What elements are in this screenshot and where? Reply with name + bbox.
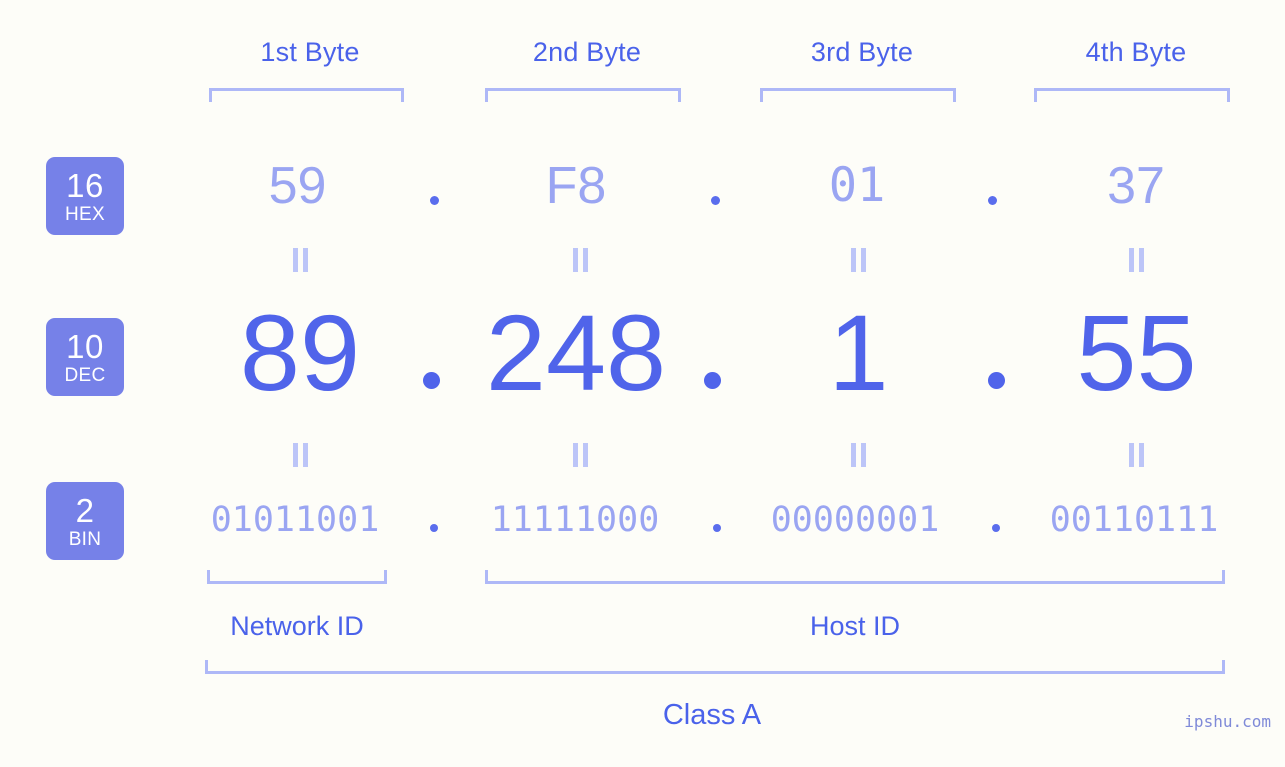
radix-badge-hex-number: 16 xyxy=(66,166,104,204)
equals-marker-hex-dec-3 xyxy=(848,248,868,272)
dec-separator-dot-3 xyxy=(988,372,1005,389)
equals-marker-dec-bin-2 xyxy=(570,443,590,467)
dec-byte-value-1: 89 xyxy=(239,292,361,413)
equals-marker-dec-bin-4 xyxy=(1126,443,1146,467)
radix-badge-dec: 10 DEC xyxy=(46,318,124,396)
dec-byte-value-4: 55 xyxy=(1076,292,1197,413)
radix-badge-bin-name: BIN xyxy=(68,528,102,550)
hex-byte-value-3: 01 xyxy=(828,158,886,213)
radix-badge-hex: 16 HEX xyxy=(46,157,124,235)
bin-separator-dot-2 xyxy=(713,524,721,532)
hex-separator-dot-2 xyxy=(711,196,720,205)
radix-badge-bin: 2 BIN xyxy=(46,482,124,560)
host-id-label: Host ID xyxy=(809,611,901,641)
network-id-label: Network ID xyxy=(230,611,364,641)
hex-separator-dot-3 xyxy=(988,196,997,205)
bin-byte-value-2: 11111000 xyxy=(490,500,660,540)
equals-marker-hex-dec-4 xyxy=(1126,248,1146,272)
class-bracket xyxy=(205,660,1225,674)
bin-byte-value-1: 01011001 xyxy=(210,500,380,540)
dec-separator-dot-1 xyxy=(423,372,440,389)
byte-bracket-3 xyxy=(760,88,956,102)
hex-byte-value-4: 37 xyxy=(1107,157,1165,215)
hex-separator-dot-1 xyxy=(430,196,439,205)
class-label: Class A xyxy=(662,699,762,731)
byte-bracket-1 xyxy=(209,88,404,102)
byte-bracket-4 xyxy=(1034,88,1230,102)
equals-marker-dec-bin-3 xyxy=(848,443,868,467)
byte-header-label-2: 2nd Byte xyxy=(532,37,642,67)
bin-byte-value-3: 00000001 xyxy=(770,500,940,540)
bin-byte-value-4: 00110111 xyxy=(1049,500,1219,540)
radix-badge-dec-name: DEC xyxy=(64,364,106,386)
network-id-bracket xyxy=(207,570,387,584)
host-id-bracket xyxy=(485,570,1225,584)
byte-bracket-2 xyxy=(485,88,681,102)
byte-header-label-3: 3rd Byte xyxy=(810,37,914,67)
hex-byte-value-2: F8 xyxy=(545,157,607,215)
equals-marker-dec-bin-1 xyxy=(290,443,310,467)
ip-address-breakdown-diagram: 1st Byte 2nd Byte 3rd Byte 4th Byte 16 H… xyxy=(0,0,1285,767)
bin-separator-dot-3 xyxy=(992,524,1000,532)
byte-header-label-4: 4th Byte xyxy=(1085,37,1187,67)
byte-header-label-1: 1st Byte xyxy=(260,37,360,67)
dec-byte-value-3: 1 xyxy=(828,292,889,413)
hex-byte-value-1: 59 xyxy=(268,157,327,215)
bin-separator-dot-1 xyxy=(430,524,438,532)
radix-badge-bin-number: 2 xyxy=(75,491,95,529)
equals-marker-hex-dec-2 xyxy=(570,248,590,272)
site-watermark: ipshu.com xyxy=(1184,712,1271,731)
dec-byte-value-2: 248 xyxy=(485,292,667,413)
equals-marker-hex-dec-1 xyxy=(290,248,310,272)
dec-separator-dot-2 xyxy=(704,372,721,389)
radix-badge-dec-number: 10 xyxy=(66,327,104,365)
radix-badge-hex-name: HEX xyxy=(65,203,105,225)
